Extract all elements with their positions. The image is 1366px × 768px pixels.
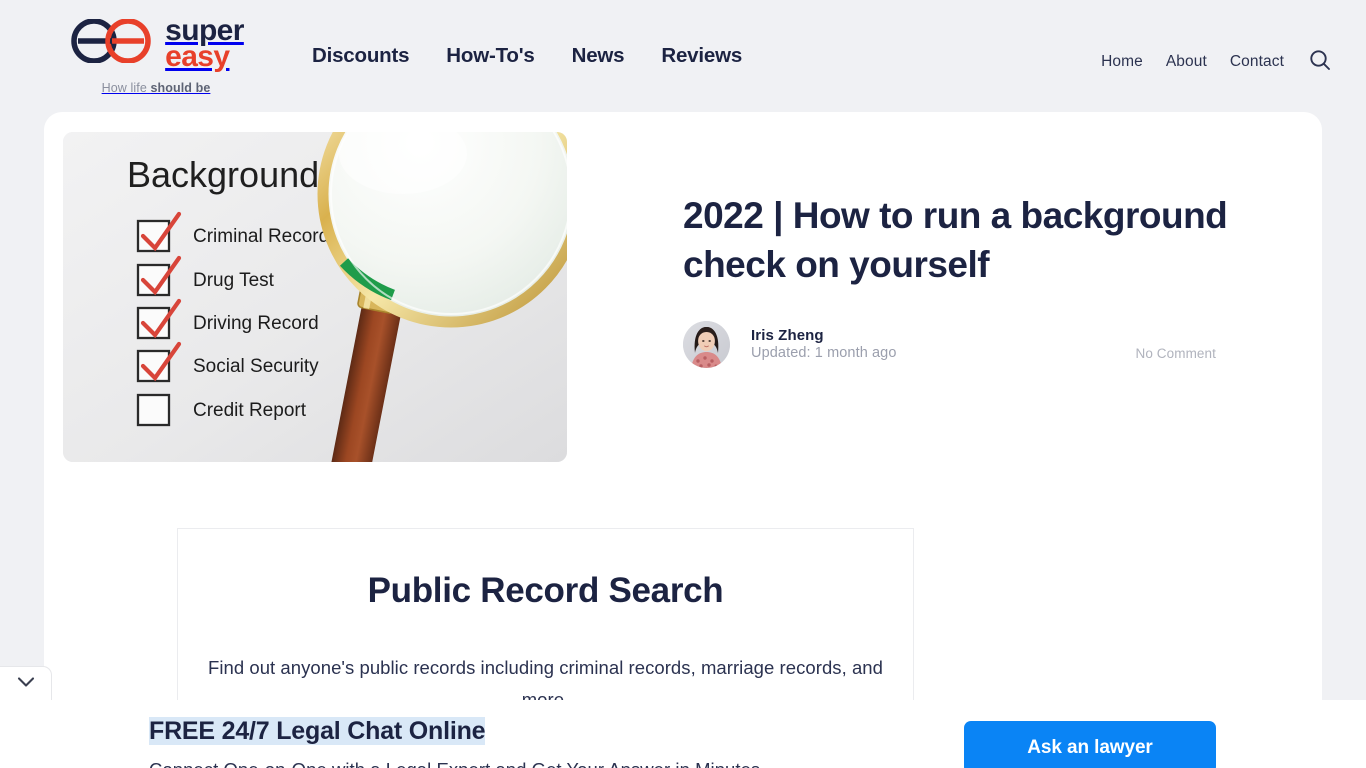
brand-wordmark: super easy xyxy=(165,16,244,73)
banner-subtitle: Connect One-on-One with a Legal Expert a… xyxy=(149,759,760,768)
utility-navigation: Home About Contact xyxy=(1101,0,1332,75)
page-title: 2022 | How to run a background check on … xyxy=(683,195,1228,285)
author-name-link[interactable]: Iris Zheng xyxy=(751,327,897,344)
byline: Iris Zheng Updated: 1 month ago No Comme… xyxy=(683,320,1300,368)
site-header: super easy How life should be Discounts … xyxy=(0,0,1366,112)
background-check-checklist-illustration: Background Check Criminal Record Drug Te… xyxy=(63,132,567,462)
author-avatar-photo-icon xyxy=(683,320,730,368)
chevron-down-icon xyxy=(17,675,35,693)
search-icon xyxy=(1308,48,1332,75)
legal-chat-promo-banner: FREE 24/7 Legal Chat Online Connect One-… xyxy=(0,700,1366,768)
svg-text:Social Security: Social Security xyxy=(193,356,319,377)
nav-item-news[interactable]: News xyxy=(572,44,625,68)
article-heading-block: 2022 | How to run a background check on … xyxy=(567,132,1300,462)
search-button[interactable] xyxy=(1308,48,1332,75)
banner-collapse-button[interactable] xyxy=(0,666,52,700)
brand-tagline: How life should be xyxy=(101,80,211,95)
nav-item-reviews[interactable]: Reviews xyxy=(661,44,742,68)
ask-a-lawyer-button[interactable]: Ask an lawyer xyxy=(964,721,1216,768)
svg-text:Credit Report: Credit Report xyxy=(193,400,307,421)
updated-timestamp: Updated: 1 month ago xyxy=(751,344,897,361)
svg-text:Background: Background xyxy=(127,154,319,195)
brand-word-easy: easy xyxy=(165,39,230,73)
byline-text: Iris Zheng Updated: 1 month ago xyxy=(751,327,897,362)
widget-title: Public Record Search xyxy=(367,571,724,610)
banner-headline-link[interactable]: FREE 24/7 Legal Chat Online xyxy=(149,717,486,745)
interlocking-circles-logo-icon xyxy=(68,18,156,68)
banner-copy: FREE 24/7 Legal Chat Online Connect One-… xyxy=(0,700,760,768)
nav-item-about[interactable]: About xyxy=(1166,53,1207,71)
svg-text:Criminal Record: Criminal Record xyxy=(193,226,329,247)
hero-image: Background Check Criminal Record Drug Te… xyxy=(63,132,567,462)
site-logo-link[interactable]: super easy How life should be xyxy=(40,0,272,95)
nav-item-discounts[interactable]: Discounts xyxy=(312,44,409,68)
svg-text:Drug Test: Drug Test xyxy=(193,270,275,291)
brand-lockup: super easy xyxy=(68,16,244,73)
svg-text:Driving Record: Driving Record xyxy=(193,313,319,334)
nav-item-contact[interactable]: Contact xyxy=(1230,53,1284,71)
article-header-row: Background Check Criminal Record Drug Te… xyxy=(44,112,1322,462)
nav-item-how-tos[interactable]: How-To's xyxy=(446,44,535,68)
nav-item-home[interactable]: Home xyxy=(1101,53,1143,71)
primary-navigation: Discounts How-To's News Reviews xyxy=(312,0,742,68)
comment-count-link[interactable]: No Comment xyxy=(1135,346,1216,361)
article-card: Background Check Criminal Record Drug Te… xyxy=(44,112,1322,768)
banner-headline: FREE 24/7 Legal Chat Online xyxy=(149,717,486,745)
